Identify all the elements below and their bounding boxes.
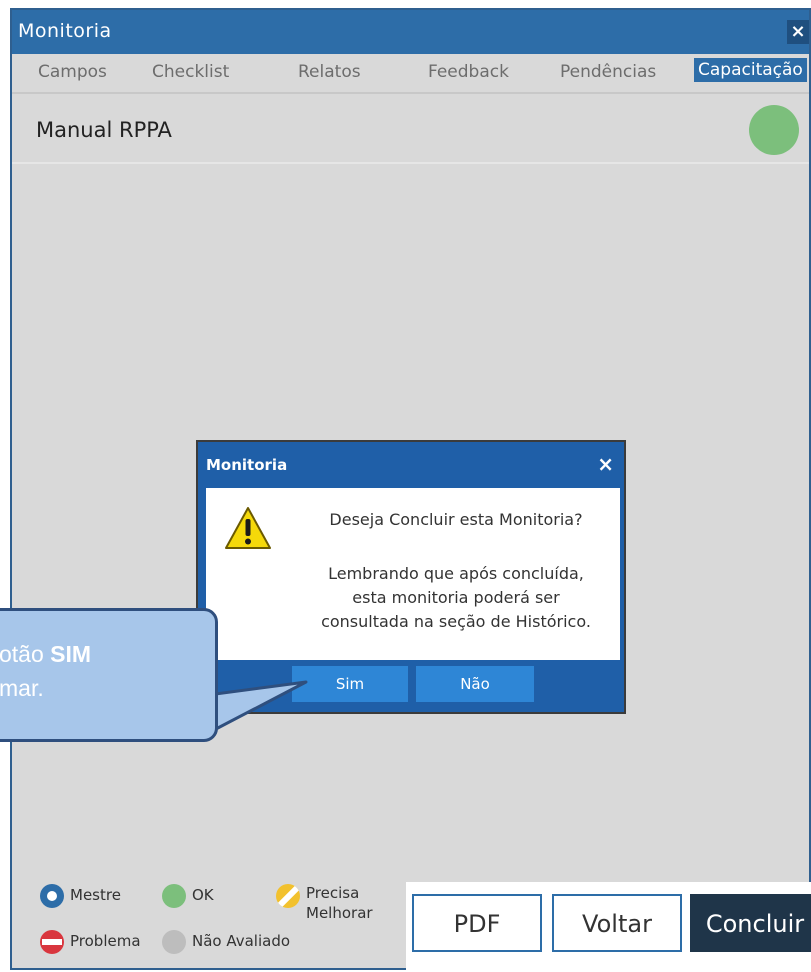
precisa-melhorar-legend-icon — [276, 884, 300, 908]
callout-line1: otão SIM — [0, 641, 91, 668]
nao-avaliado-legend-icon — [162, 930, 186, 954]
nao-button[interactable]: Não — [416, 666, 534, 702]
mestre-legend-icon — [40, 884, 64, 908]
voltar-button[interactable]: Voltar — [552, 894, 682, 952]
dialog-body: Deseja Concluir esta Monitoria? Lembrand… — [206, 488, 620, 660]
window-title: Monitoria — [18, 20, 112, 42]
legend-mestre-label: Mestre — [70, 886, 121, 904]
callout-line1-text: otão — [0, 641, 51, 667]
confirm-dialog: Monitoria × Deseja Concluir esta Monitor… — [196, 440, 626, 714]
tab-pendencias[interactable]: Pendências — [560, 62, 656, 82]
dialog-message-line3: consultada na seção de Histórico. — [321, 612, 591, 631]
tab-relatos[interactable]: Relatos — [298, 62, 361, 82]
tab-capacitacao[interactable]: Capacitação — [694, 58, 807, 82]
status-ok-icon — [749, 105, 799, 155]
dialog-title: Monitoria — [206, 456, 288, 474]
tab-feedback[interactable]: Feedback — [428, 62, 509, 82]
title-bar: Monitoria × — [12, 10, 809, 54]
sim-button[interactable]: Sim — [292, 666, 408, 702]
pdf-button[interactable]: PDF — [412, 894, 542, 952]
tab-campos[interactable]: Campos — [38, 62, 107, 82]
ok-legend-icon — [162, 884, 186, 908]
tab-checklist[interactable]: Checklist — [152, 62, 229, 82]
legend-melhorar-label: Melhorar — [306, 904, 373, 922]
close-icon[interactable]: × — [597, 452, 614, 476]
action-bar: PDF Voltar Concluir — [406, 882, 811, 970]
dialog-question: Deseja Concluir esta Monitoria? — [329, 510, 583, 529]
list-item[interactable]: Manual RPPA — [12, 100, 809, 164]
list-item-label: Manual RPPA — [36, 118, 172, 142]
tutorial-callout: otão SIM mar. — [0, 608, 218, 742]
concluir-button[interactable]: Concluir — [690, 894, 811, 952]
callout-line1-bold: SIM — [50, 641, 92, 667]
legend-precisa-label: Precisa — [306, 884, 360, 902]
legend-problema-label: Problema — [70, 932, 141, 950]
callout-line2: mar. — [0, 675, 44, 701]
close-icon[interactable]: × — [787, 20, 809, 44]
legend-ok-label: OK — [192, 886, 214, 904]
legend-nao-avaliado-label: Não Avaliado — [192, 932, 291, 950]
dialog-message-line1: Lembrando que após concluída, — [328, 564, 584, 583]
tab-bar: Campos Checklist Relatos Feedback Pendên… — [12, 54, 809, 94]
warning-icon — [225, 507, 271, 549]
problema-legend-icon — [40, 930, 64, 954]
dialog-message-line2: esta monitoria poderá ser — [352, 588, 560, 607]
